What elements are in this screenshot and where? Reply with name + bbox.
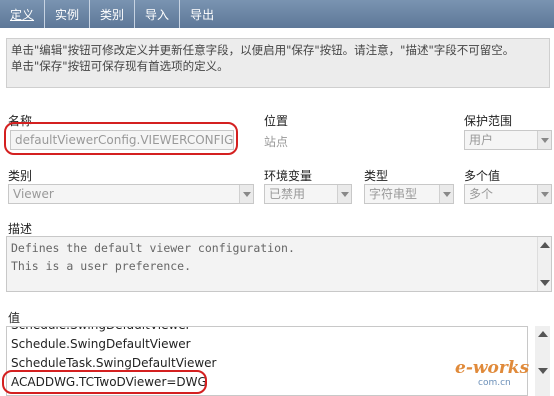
category-label: 类别 [8,169,33,183]
description-scrollbar[interactable] [537,237,551,291]
tab-category[interactable]: 类别 [90,0,136,28]
tab-instance[interactable]: 实例 [45,0,91,28]
info-line-1: 单击"编辑"按钮可修改定义并更新任意字段，以便启用"保存"按钮。请注意，"描述"… [11,43,515,57]
multi-select[interactable]: 多个 [464,184,552,204]
description-line-1: Defines the default viewer configuration… [11,241,295,255]
chevron-down-icon[interactable] [537,185,551,203]
watermark-sub: com.cn [478,378,511,388]
multi-value: 多个 [469,187,494,201]
scope-select[interactable]: 用户 [464,130,552,150]
description-line-2: This is a user preference. [11,259,192,273]
multi-label: 多个值 [464,169,501,183]
scroll-down-icon[interactable] [540,280,550,286]
scope-value: 用户 [469,133,494,147]
values-scrollbar[interactable] [535,326,550,396]
type-value: 字符串型 [369,187,418,201]
chevron-down-icon[interactable] [337,185,351,203]
watermark-logo: e-works [455,358,530,378]
tab-bar: 定义 实例 类别 导入 导出 [0,0,554,28]
category-select[interactable]: Viewer [8,184,254,204]
tab-definition[interactable]: 定义 [0,0,46,28]
env-select[interactable]: 已禁用 [264,184,352,204]
info-line-2: 单击"保存"按钮可保存现有首选项的定义。 [11,59,229,73]
location-label: 位置 [264,114,289,128]
value-highlight [2,370,207,394]
chevron-down-icon[interactable] [439,185,453,203]
env-label: 环境变量 [264,169,313,183]
chevron-down-icon[interactable] [239,185,253,203]
scroll-up-icon[interactable] [538,331,548,337]
list-item[interactable]: Schedule.SwingDefaultViewer [7,335,527,354]
category-value: Viewer [13,187,54,201]
type-label: 类型 [364,169,389,183]
values-label: 值 [8,311,21,325]
scroll-down-icon[interactable] [538,368,548,374]
tab-import[interactable]: 导入 [135,0,181,28]
info-box: 单击"编辑"按钮可修改定义并更新任意字段，以便启用"保存"按钮。请注意，"描述"… [6,38,550,88]
chevron-down-icon[interactable] [537,131,551,149]
scroll-up-icon[interactable] [540,242,550,248]
description-textarea[interactable]: Defines the default viewer configuration… [6,236,552,292]
description-label: 描述 [8,222,33,236]
location-value: 站点 [264,135,289,149]
env-value: 已禁用 [269,187,306,201]
list-item[interactable]: Schedule.SwingDefaultViewer [7,327,527,335]
tab-export[interactable]: 导出 [180,0,224,28]
type-select[interactable]: 字符串型 [364,184,454,204]
scope-label: 保护范围 [464,114,513,128]
name-highlight [4,122,238,155]
